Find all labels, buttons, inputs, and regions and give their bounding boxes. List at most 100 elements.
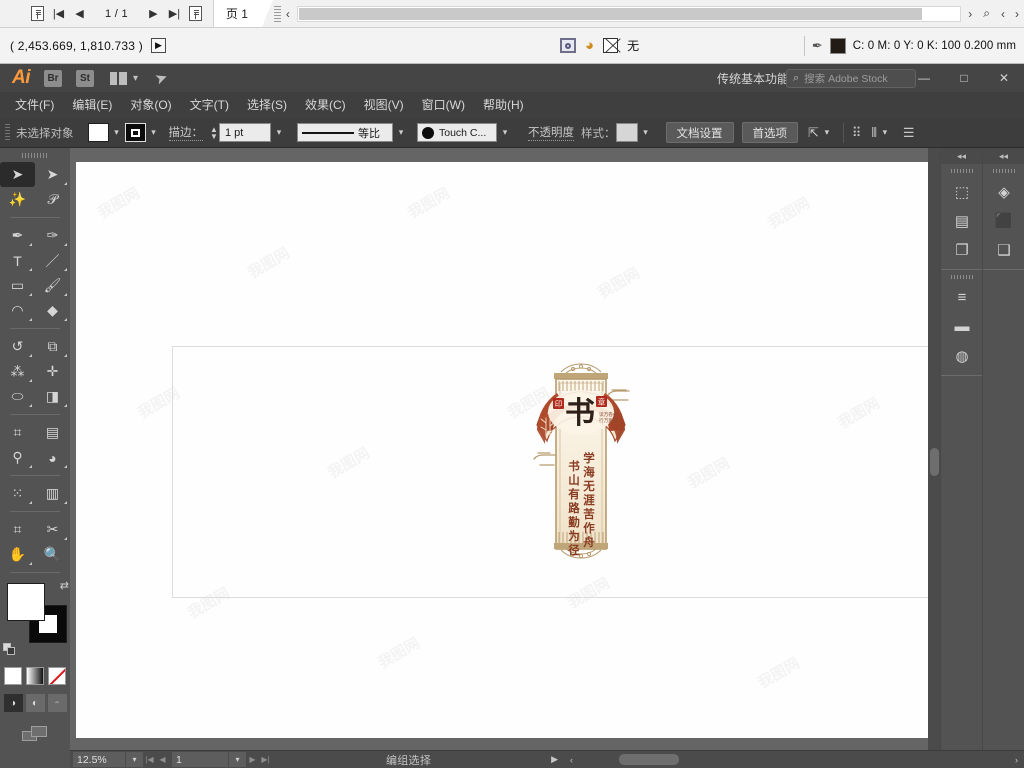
scrollbar-thumb[interactable] — [619, 754, 679, 765]
scroll-right-icon[interactable]: › — [1009, 755, 1024, 765]
magic-wand-tool[interactable]: ✨ — [0, 187, 35, 212]
stroke-panel-icon[interactable]: ≡ — [941, 283, 983, 312]
free-transform-tool[interactable]: ✛ — [35, 359, 70, 384]
align-panel-icon[interactable]: ▤ — [941, 206, 983, 235]
shape-builder-tool[interactable]: ⬭ — [0, 384, 35, 409]
rectangle-tool[interactable]: ▭ — [0, 273, 35, 298]
scale-tool[interactable]: ⧉ — [35, 334, 70, 359]
style-dropdown-icon[interactable]: ▾ — [638, 123, 654, 142]
insert-page-before-button[interactable] — [28, 4, 47, 24]
stroke-weight-dropdown-icon[interactable]: ▾ — [271, 123, 287, 142]
previous-artboard-button[interactable]: ◀ — [156, 752, 169, 767]
stroke-color-swatch[interactable] — [124, 123, 146, 142]
pen-tool[interactable]: ✒ — [0, 223, 35, 248]
swap-fill-stroke-icon[interactable]: ⇄ — [60, 579, 69, 592]
next-artboard-button[interactable]: ▶ — [246, 752, 259, 767]
type-tool[interactable]: T — [0, 248, 35, 273]
gradient-fill-button[interactable] — [26, 667, 44, 685]
current-color-swatch[interactable] — [829, 37, 846, 54]
menu-help[interactable]: 帮助(H) — [474, 92, 533, 118]
select-similar-dropdown-icon[interactable]: ▾ — [819, 123, 835, 142]
selection-tool[interactable]: ➤ — [0, 162, 35, 187]
panel-grip[interactable] — [950, 275, 973, 279]
toolbar-grip[interactable] — [273, 5, 281, 22]
draw-behind-button[interactable]: ◐ — [25, 694, 45, 712]
line-segment-tool[interactable]: ／ — [35, 248, 70, 273]
shaper-tool[interactable]: ◠ — [0, 298, 35, 323]
select-similar-icon[interactable]: ⇱ — [808, 125, 819, 141]
symbol-sprayer-tool[interactable]: ⁙ — [0, 481, 35, 506]
perspective-grid-tool[interactable]: ◨ — [35, 384, 70, 409]
canvas-vertical-scrollbar[interactable] — [928, 148, 940, 750]
transparency-panel-icon[interactable]: ◍ — [941, 341, 983, 370]
panel-next-icon[interactable]: › — [1010, 7, 1024, 21]
align-dropdown-icon[interactable]: ▾ — [877, 123, 893, 142]
zoom-tool[interactable]: 🔍 — [35, 542, 70, 567]
none-fill-button[interactable] — [48, 667, 66, 685]
control-bar-grip[interactable] — [5, 124, 10, 141]
paint-bucket-icon[interactable]: ◕ — [585, 38, 594, 53]
artboard-number-input[interactable]: 1 — [172, 752, 228, 767]
stroke-profile-selector[interactable]: 等比 — [297, 123, 393, 142]
change-screen-mode-icon[interactable] — [22, 726, 48, 742]
eyedropper-tool[interactable]: ⚲ — [0, 445, 35, 470]
symbols-panel-icon[interactable]: ⬛ — [983, 206, 1024, 235]
artwork-scroll-illustration[interactable]: 书 印 章 读万卷书 行万里路 学海无涯苦作舟 书山有路勤为径 — [516, 360, 646, 570]
first-page-button[interactable]: |◀ — [49, 4, 68, 24]
menu-window[interactable]: 窗口(W) — [413, 92, 474, 118]
bridge-button[interactable]: Br — [44, 69, 62, 87]
brush-definition-selector[interactable]: Touch C... — [417, 123, 497, 142]
menu-object[interactable]: 对象(O) — [121, 92, 180, 118]
stroke-weight-label[interactable]: 描边： — [168, 124, 203, 141]
stroke-dropdown-icon[interactable]: ▾ — [146, 123, 162, 142]
scrollbar-thumb[interactable] — [298, 7, 922, 20]
panel-options-icon[interactable]: ☰ — [903, 125, 915, 141]
pathfinder-panel-icon[interactable]: ❐ — [941, 235, 983, 264]
last-artboard-button[interactable]: ▶| — [259, 752, 272, 767]
collapse-panels-button-2[interactable]: ◂◂ — [983, 148, 1024, 164]
last-page-button[interactable]: ▶| — [165, 4, 184, 24]
menu-file[interactable]: 文件(F) — [6, 92, 63, 118]
canvas-horizontal-scrollbar[interactable] — [579, 753, 1009, 766]
coordinates-expand-button[interactable]: ▶ — [150, 38, 166, 53]
scroll-left-icon[interactable]: ‹ — [564, 755, 579, 765]
insert-page-after-button[interactable] — [186, 4, 205, 24]
direct-selection-tool[interactable]: ➤ — [35, 162, 70, 187]
document-tab[interactable]: 页 1 — [212, 0, 273, 27]
blend-tool[interactable]: ◕ — [35, 445, 70, 470]
curvature-tool[interactable]: ✑ — [35, 223, 70, 248]
mesh-tool[interactable]: ⌗ — [0, 420, 35, 445]
toolbox-grip[interactable] — [22, 153, 48, 158]
zoom-search-icon[interactable]: ⌕ — [977, 6, 996, 21]
next-page-button[interactable]: ▶ — [144, 4, 163, 24]
artboards-panel-icon[interactable]: ❑ — [983, 235, 1024, 264]
preferences-button[interactable]: 首选项 — [741, 122, 798, 143]
scrollbar-thumb[interactable] — [930, 448, 939, 476]
menu-select[interactable]: 选择(S) — [238, 92, 296, 118]
chevron-down-icon[interactable]: ▾ — [133, 73, 138, 84]
transform-panel-icon[interactable]: ⬚ — [941, 177, 983, 206]
artboard-dropdown-icon[interactable]: ▾ — [229, 752, 246, 767]
scroll-left-icon[interactable]: ‹ — [281, 7, 295, 21]
stroke-weight-stepper[interactable]: ▲ ▼ — [209, 125, 219, 140]
screen-mode-icon[interactable] — [560, 38, 576, 53]
menu-type[interactable]: 文字(T) — [181, 92, 238, 118]
close-button[interactable]: ✕ — [984, 64, 1024, 92]
previous-page-button[interactable]: ◀ — [70, 4, 89, 24]
color-fill-button[interactable] — [4, 667, 22, 685]
opacity-label[interactable]: 不透明度 — [528, 124, 574, 141]
no-fill-icon[interactable] — [603, 38, 619, 53]
fill-dropdown-icon[interactable]: ▾ — [109, 123, 125, 142]
panel-grip[interactable] — [992, 169, 1015, 173]
artboard-tool[interactable]: ⌗ — [0, 517, 35, 542]
collapse-panels-button[interactable]: ◂◂ — [941, 148, 982, 164]
gradient-tool[interactable]: ▤ — [35, 420, 70, 445]
maximize-button[interactable]: □ — [944, 64, 984, 92]
adobe-stock-search[interactable]: ⌕ 搜索 Adobe Stock — [786, 68, 916, 88]
fill-color-swatch[interactable] — [87, 123, 109, 142]
paintbrush-tool[interactable]: 🖌 — [35, 273, 70, 298]
lasso-tool[interactable]: 𝒫 — [35, 187, 70, 212]
arrange-documents-icon[interactable] — [110, 71, 127, 85]
draw-inside-button[interactable]: ◓ — [47, 694, 67, 712]
menu-view[interactable]: 视图(V) — [355, 92, 413, 118]
